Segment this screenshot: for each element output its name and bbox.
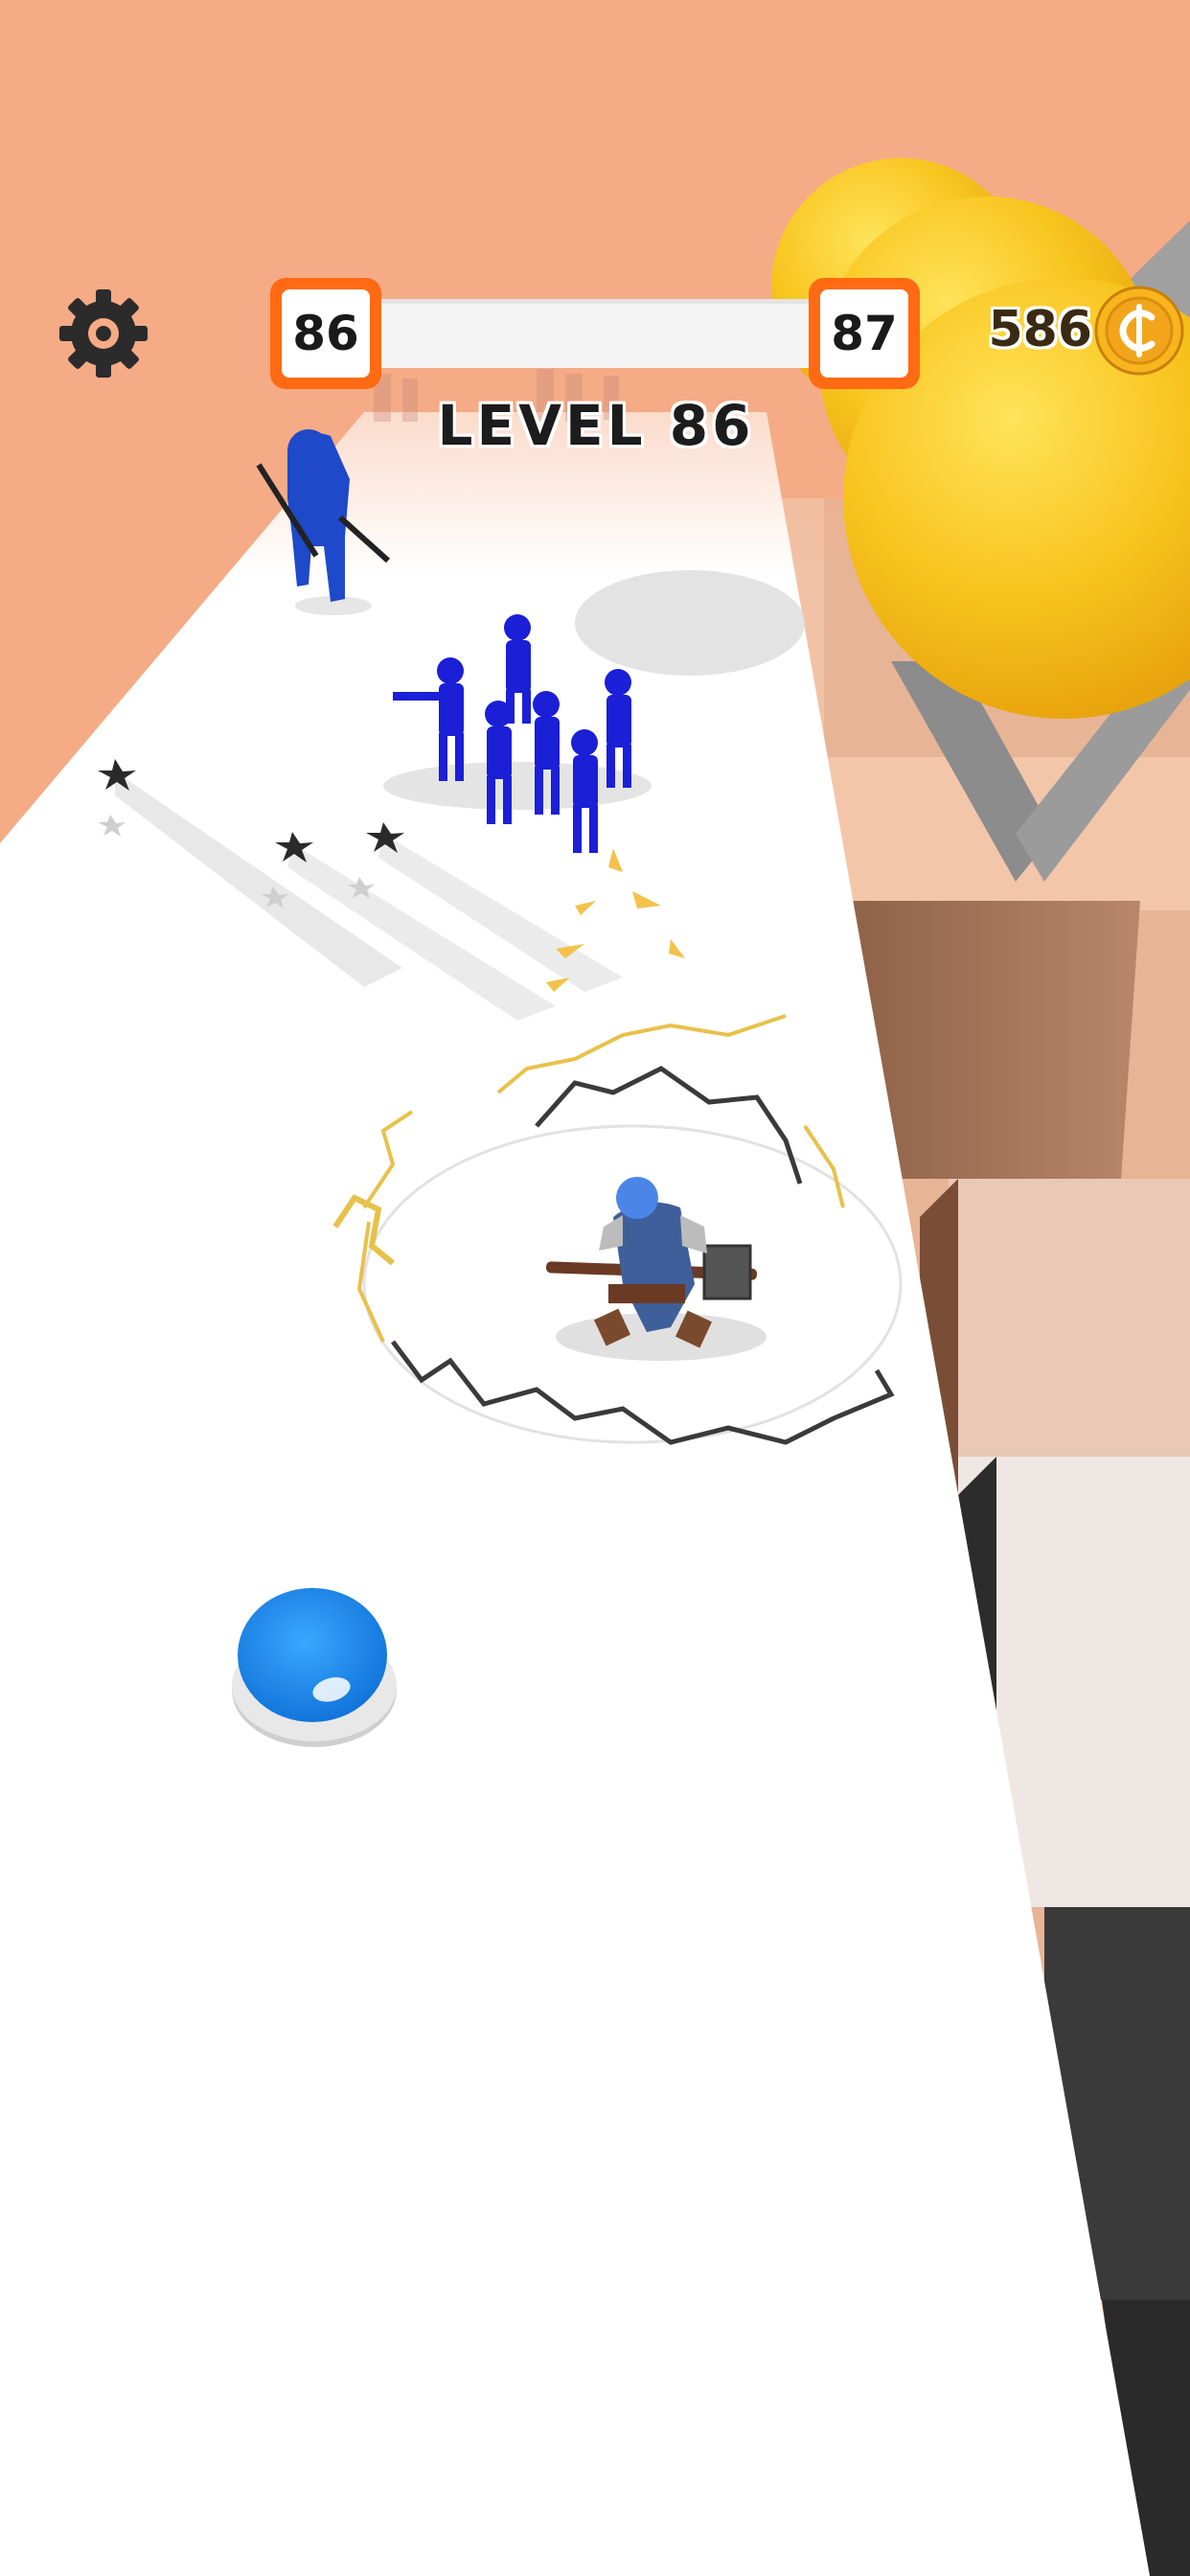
level-title: LEVEL 86 — [437, 393, 755, 458]
hud: 86 87 LEVEL 86 586 — [0, 0, 1190, 498]
ball-shadow — [575, 570, 805, 676]
blue-circle-button-icon — [232, 1588, 397, 1747]
current-level-badge: 86 — [270, 278, 381, 389]
coin-icon — [1094, 286, 1184, 376]
next-level-number: 87 — [820, 289, 908, 378]
level-progress-bar: 86 87 — [270, 278, 920, 391]
next-level-badge: 87 — [809, 278, 920, 389]
gear-icon — [59, 289, 148, 378]
current-level-number: 86 — [282, 289, 370, 378]
coin-counter: 586 — [968, 280, 1184, 385]
settings-button[interactable] — [56, 286, 151, 381]
progress-track — [362, 299, 828, 368]
blue-action-button[interactable] — [228, 1586, 400, 1754]
coin-count: 586 — [988, 301, 1092, 358]
